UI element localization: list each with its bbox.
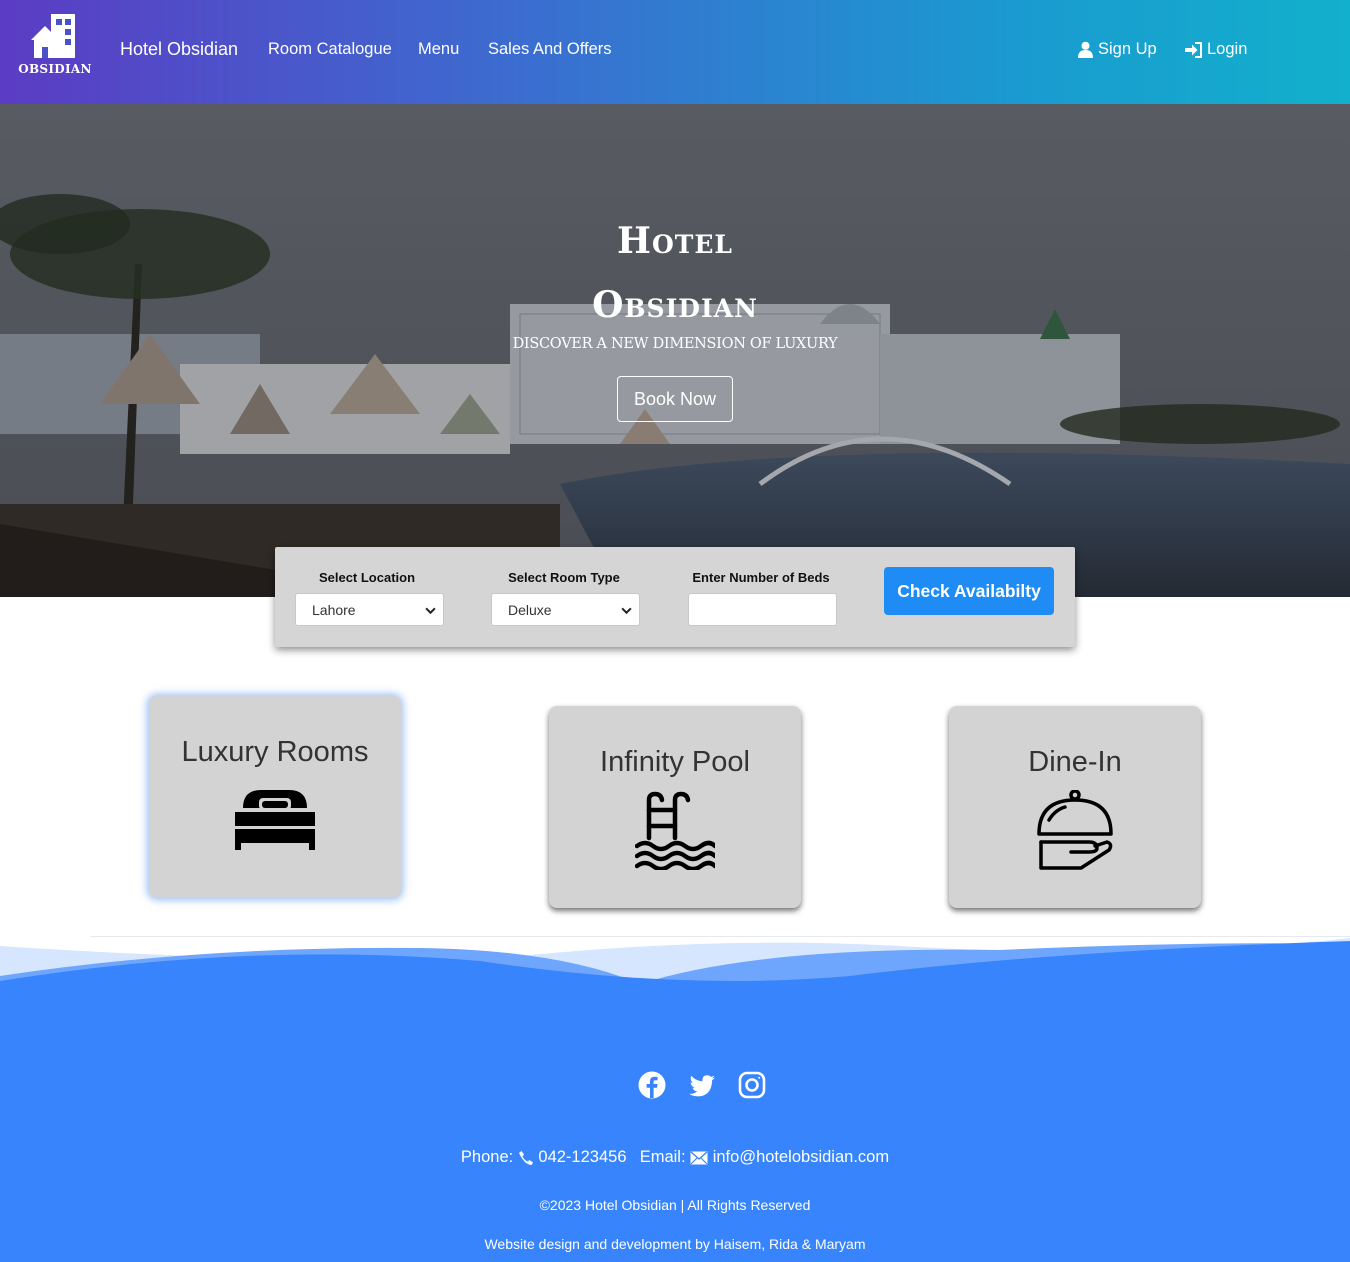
site-footer: Phone: 042-123456 Email: info@hotelobsid… — [0, 936, 1350, 1262]
nav-room-catalogue[interactable]: Room Catalogue — [268, 40, 392, 59]
copyright-text: ©2023 Hotel Obsidian | All Rights Reserv… — [539, 1197, 811, 1213]
facebook-icon[interactable] — [637, 1070, 667, 1100]
top-navbar: OBSIDIAN Hotel Obsidian Room Catalogue M… — [0, 0, 1350, 104]
login-label: Login — [1207, 40, 1248, 58]
room-type-select[interactable]: Deluxe — [491, 593, 640, 626]
bed-icon — [235, 790, 315, 850]
location-selected-value: Lahore — [312, 601, 356, 618]
footer-wave-decoration — [0, 936, 1350, 1016]
beds-input[interactable] — [688, 593, 837, 626]
feature-card-title: Infinity Pool — [600, 746, 750, 778]
hero-title-line2: Obsidian — [592, 284, 758, 326]
envelope-icon — [690, 1151, 708, 1165]
location-select[interactable]: Lahore — [295, 593, 444, 626]
hero-banner: Hotel Obsidian DISCOVER A NEW DIMENSION … — [0, 104, 1350, 597]
hero-title-line1: Hotel — [616, 220, 734, 262]
nav-menu[interactable]: Menu — [418, 40, 459, 59]
cloche-icon — [1037, 790, 1113, 870]
twitter-icon[interactable] — [687, 1070, 717, 1100]
room-type-label: Select Room Type — [508, 570, 620, 585]
logo-text: OBSIDIAN — [18, 62, 92, 76]
hotel-logo[interactable]: OBSIDIAN — [18, 12, 92, 86]
room-type-selected-value: Deluxe — [508, 601, 552, 618]
feature-card-dine-in[interactable]: Dine-In — [949, 706, 1201, 908]
signup-link[interactable]: Sign Up — [1077, 40, 1157, 59]
chevron-down-icon — [621, 607, 632, 615]
signup-label: Sign Up — [1098, 40, 1157, 58]
nav-sales-offers[interactable]: Sales And Offers — [488, 40, 612, 59]
footer-divider — [90, 936, 1350, 937]
availability-search-panel: Select Location Lahore Select Room Type … — [275, 547, 1075, 647]
hotel-building-icon — [31, 14, 75, 58]
instagram-icon[interactable] — [737, 1070, 767, 1100]
location-label: Select Location — [318, 570, 416, 585]
phone-number[interactable]: 042-123456 — [538, 1148, 626, 1166]
contact-line: Phone: 042-123456 Email: info@hotelobsid… — [0, 1148, 1350, 1167]
feature-card-infinity-pool[interactable]: Infinity Pool — [549, 706, 801, 908]
chevron-down-icon — [425, 607, 436, 615]
login-icon — [1185, 41, 1202, 58]
check-availability-button[interactable]: Check Availabilty — [884, 567, 1054, 615]
book-now-button[interactable]: Book Now — [617, 376, 733, 422]
credit-text: Website design and development by Haisem… — [484, 1236, 866, 1252]
feature-card-title: Dine-In — [1028, 746, 1122, 778]
pool-icon — [635, 791, 715, 870]
beds-label: Enter Number of Beds — [692, 570, 830, 585]
nav-brand[interactable]: Hotel Obsidian — [120, 39, 238, 60]
login-link[interactable]: Login — [1185, 40, 1247, 59]
feature-card-luxury-rooms[interactable]: Luxury Rooms — [149, 696, 401, 898]
user-icon — [1078, 41, 1093, 58]
email-address[interactable]: info@hotelobsidian.com — [713, 1148, 889, 1166]
hero-subtitle: DISCOVER A NEW DIMENSION OF LUXURY — [512, 336, 838, 352]
phone-icon — [518, 1150, 533, 1165]
phone-label: Phone: — [460, 1148, 514, 1167]
feature-card-title: Luxury Rooms — [181, 736, 369, 768]
email-label: Email: — [639, 1148, 686, 1167]
